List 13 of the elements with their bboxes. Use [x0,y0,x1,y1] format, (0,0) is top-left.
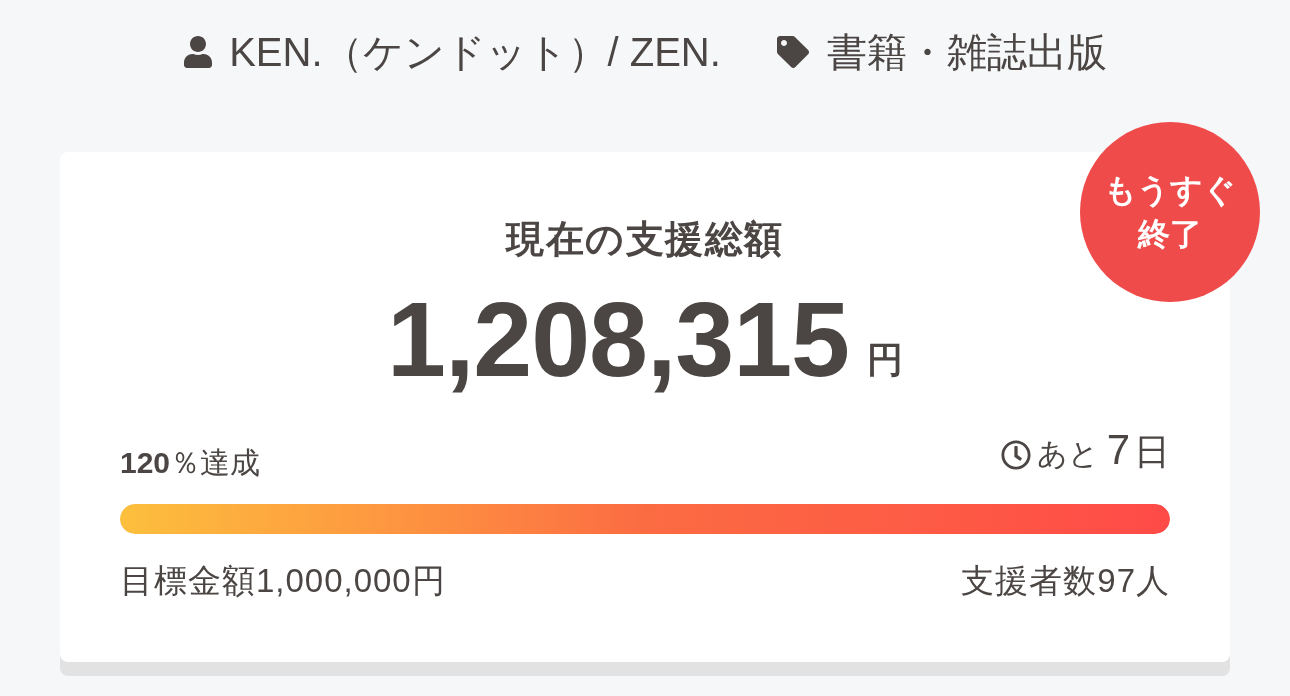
total-amount: 1,208,315 [387,284,849,394]
total-title: 現在の支援総額 [506,217,784,262]
ending-soon-badge: もうすぐ 終了 [1080,122,1260,302]
currency-unit: 円 [867,340,903,380]
person-icon [183,36,214,68]
days-remaining: あと 7 日 [1036,426,1170,475]
goal-amount: 目標金額1,000,000円 [120,561,446,601]
achievement-rate: 120％達成 [120,445,261,481]
creator-name: KEN.（ケンドット）/ ZEN. [229,29,721,76]
category-label: 書籍・雑誌出版 [826,29,1107,76]
tag-icon [776,36,809,68]
clock-icon [1000,439,1031,470]
backer-count: 支援者数97人 [961,561,1170,601]
